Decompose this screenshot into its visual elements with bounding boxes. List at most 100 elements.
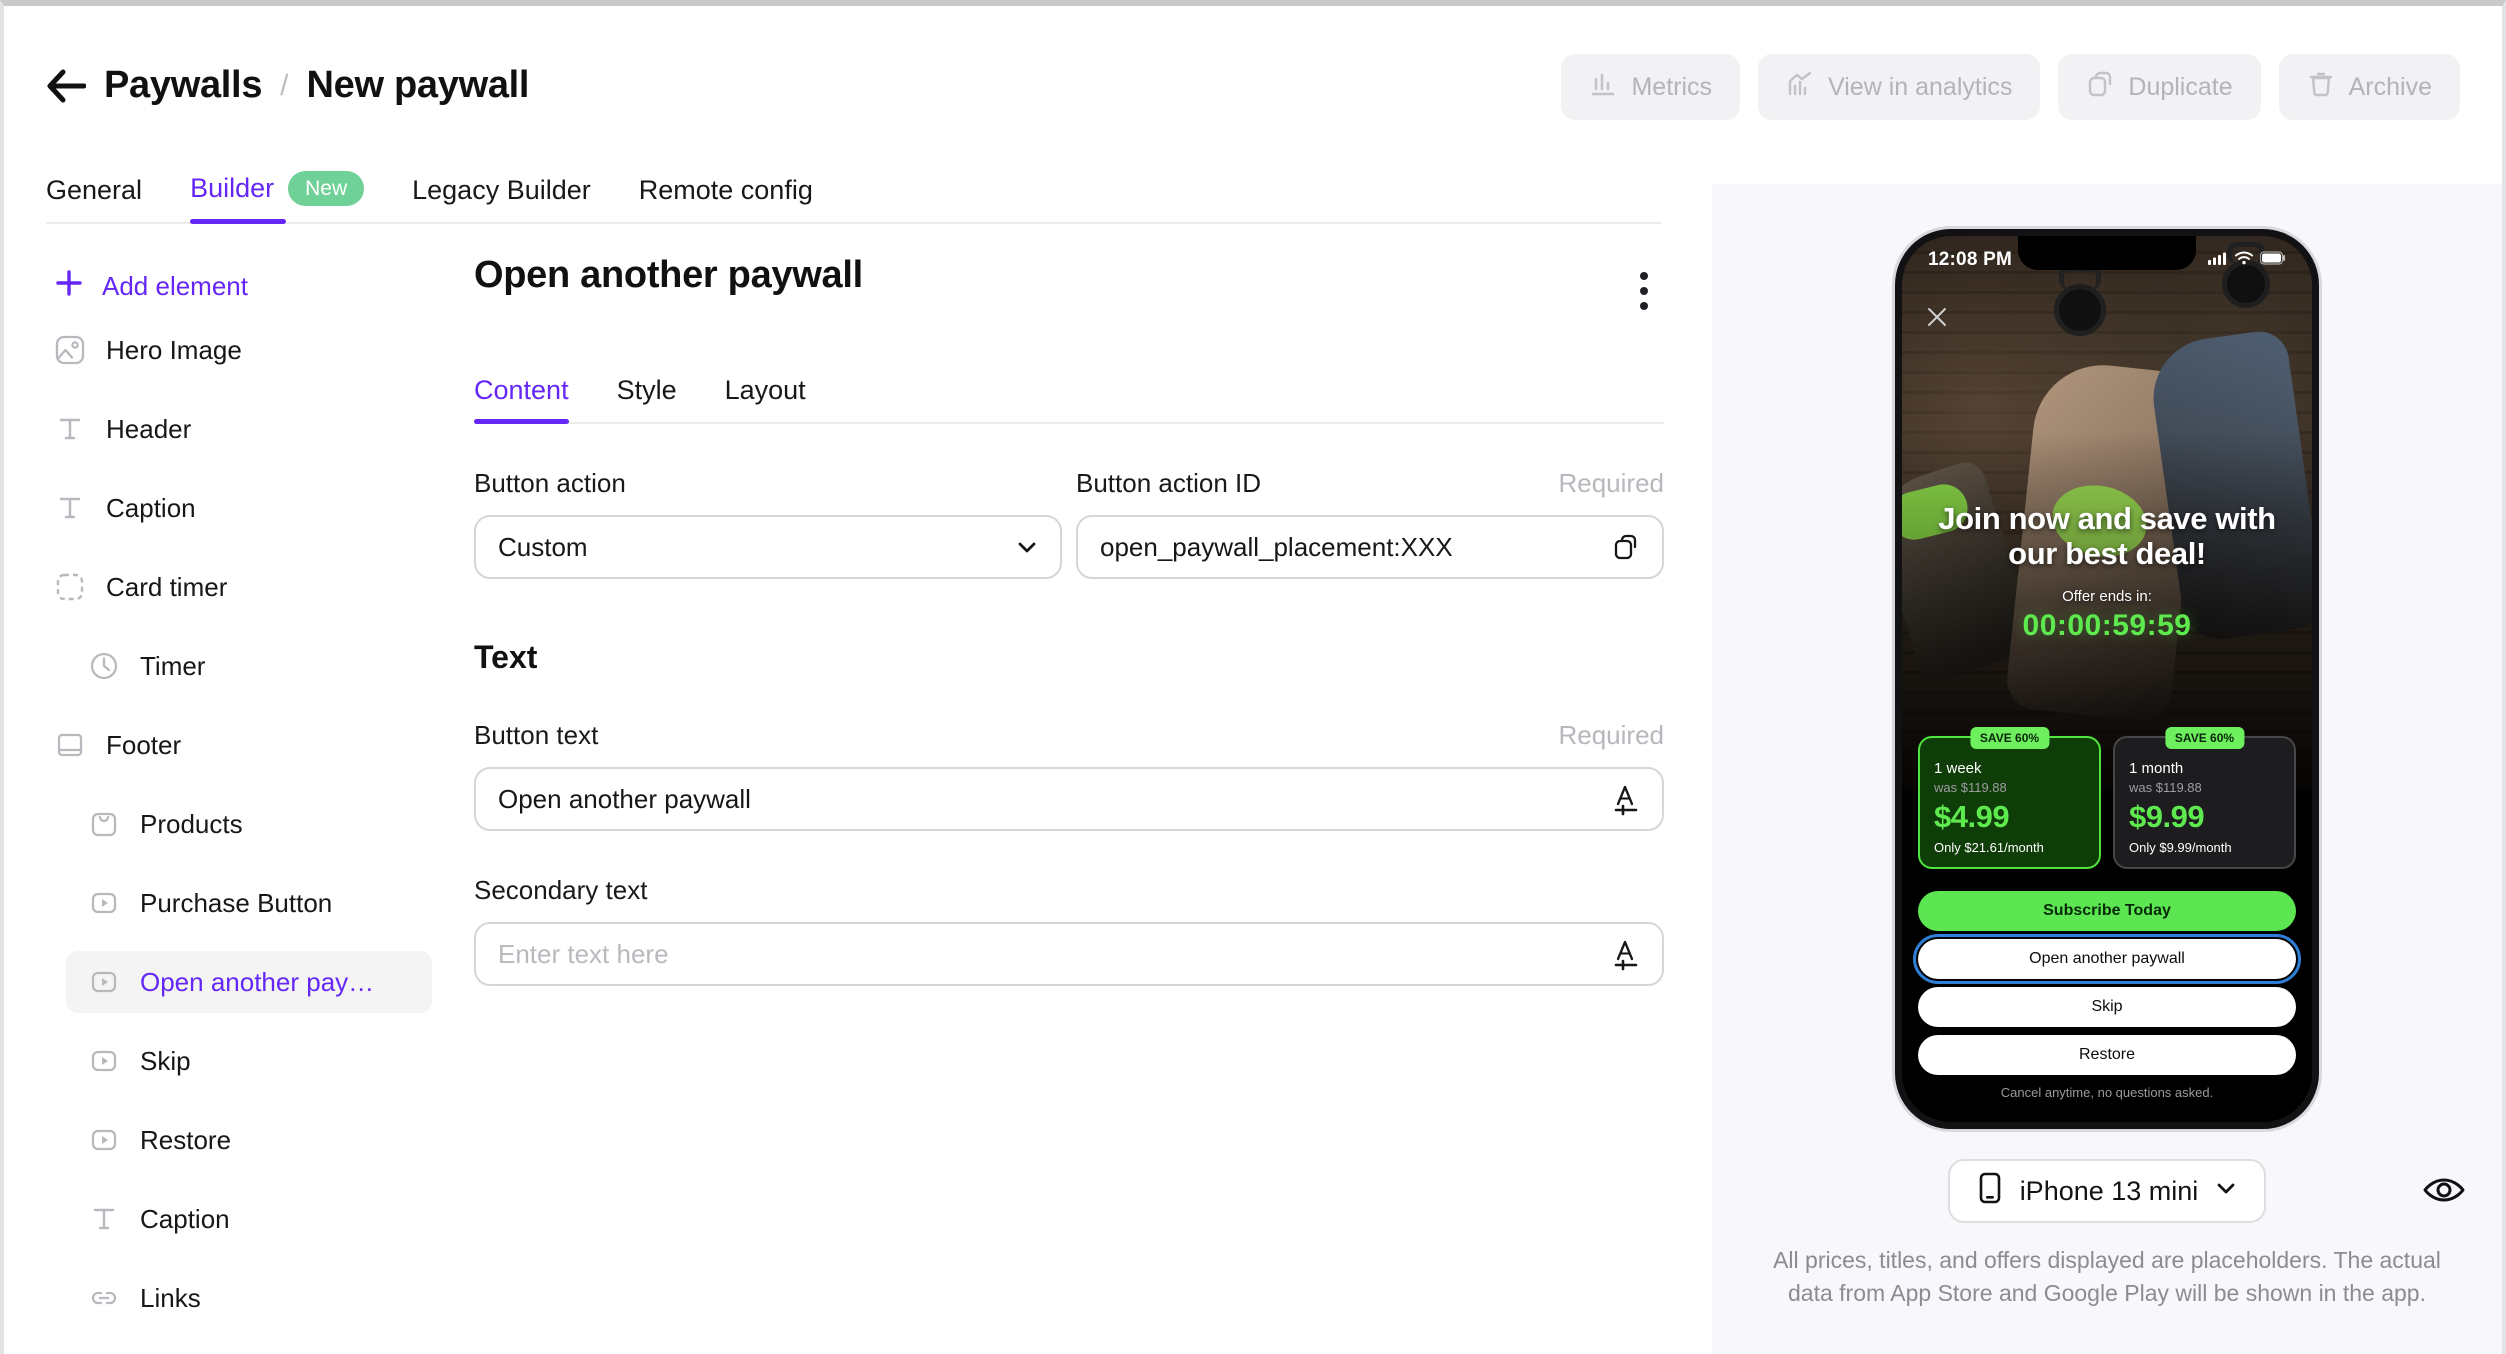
image-icon: [54, 334, 86, 366]
trend-chart-icon: [1786, 70, 1814, 105]
play-box-icon: [88, 1124, 120, 1156]
product-card[interactable]: SAVE 60% 1 week was $119.88 $4.99 Only $…: [1918, 727, 2101, 869]
text-format-icon[interactable]: [1610, 782, 1642, 816]
product-term: 1 month: [2129, 760, 2184, 777]
preview-panel: 12:08 PM Join now and save with our best…: [1712, 184, 2502, 1354]
paywall-builder-page: Paywalls / New paywall Metrics View in a…: [0, 0, 2506, 1354]
product-was-price: was $119.88: [1934, 780, 2007, 795]
metrics-button[interactable]: Metrics: [1561, 54, 1741, 120]
duplicate-button[interactable]: Duplicate: [2058, 54, 2261, 120]
eye-icon[interactable]: [2422, 1174, 2466, 1211]
dashed-box-icon: [54, 571, 86, 603]
sidebar-item-label: Open another pay…: [140, 966, 375, 997]
product-was-price: was $119.88: [2129, 780, 2202, 795]
button-text-input[interactable]: Open another paywall: [474, 767, 1664, 831]
device-select[interactable]: iPhone 13 mini: [1947, 1159, 2267, 1223]
sidebar-item-restore[interactable]: Restore: [66, 1109, 432, 1171]
button-action-field: Button action Custom: [474, 468, 1062, 579]
new-badge: New: [288, 171, 365, 206]
breadcrumb-current: New paywall: [306, 64, 530, 106]
tab-layout[interactable]: Layout: [725, 375, 806, 422]
sidebar-item-label: Caption: [106, 492, 196, 523]
sidebar-item-label: Header: [106, 413, 192, 444]
skip-button[interactable]: Skip: [1918, 987, 2296, 1027]
sidebar-item-purchase-button[interactable]: Purchase Button: [66, 872, 432, 934]
bar-chart-icon: [1589, 70, 1617, 105]
sidebar-item-header[interactable]: Header: [32, 398, 432, 460]
play-box-icon: [88, 887, 120, 919]
sidebar-item-caption-footer[interactable]: Caption: [66, 1188, 432, 1250]
sidebar-item-caption[interactable]: Caption: [32, 477, 432, 539]
breadcrumb-root[interactable]: Paywalls: [104, 64, 262, 107]
sidebar-item-label: Restore: [140, 1124, 232, 1155]
cellular-signal-icon: [2208, 251, 2228, 270]
secondary-text-input[interactable]: Enter text here: [474, 922, 1664, 986]
chevron-down-icon[interactable]: [1014, 534, 1040, 560]
kebab-menu-icon[interactable]: [1624, 260, 1664, 322]
tab-content[interactable]: Content: [474, 375, 569, 424]
sidebar-item-hero-image[interactable]: Hero Image: [32, 319, 432, 381]
button-action-id-label: Button action ID: [1076, 468, 1261, 498]
plus-icon: [54, 268, 84, 305]
status-bar: 12:08 PM: [1902, 236, 2312, 276]
save-badge: SAVE 60%: [1969, 727, 2050, 749]
wifi-icon: [2235, 251, 2253, 270]
archive-button[interactable]: Archive: [2278, 54, 2460, 120]
add-element-button[interactable]: Add element: [32, 254, 432, 319]
tab-legacy-builder[interactable]: Legacy Builder: [412, 175, 591, 222]
restore-button[interactable]: Restore: [1918, 1035, 2296, 1075]
link-icon: [88, 1282, 120, 1314]
text-section-title: Text: [474, 639, 538, 675]
view-in-analytics-button[interactable]: View in analytics: [1758, 54, 2041, 120]
text-icon: [54, 413, 86, 445]
chevron-down-icon: [2214, 1176, 2238, 1207]
product-card[interactable]: SAVE 60% 1 month was $119.88 $9.99 Only …: [2113, 727, 2296, 869]
product-term: 1 week: [1934, 760, 1982, 777]
subscribe-today-label: Subscribe Today: [2043, 902, 2171, 919]
sidebar-item-footer[interactable]: Footer: [32, 714, 432, 776]
product-price: $9.99: [2129, 799, 2205, 834]
tab-style[interactable]: Style: [617, 375, 677, 422]
tab-style-label: Style: [616, 375, 677, 405]
tab-builder[interactable]: Builder New: [190, 171, 365, 224]
button-action-select[interactable]: Custom: [474, 515, 1062, 579]
button-action-id-input[interactable]: open_paywall_placement:XXX: [1076, 515, 1664, 579]
sidebar-item-card-timer[interactable]: Card timer: [32, 556, 432, 618]
arrow-left-icon[interactable]: [46, 69, 87, 103]
sidebar-item-label: Timer: [140, 650, 206, 681]
sidebar-item-label: Footer: [106, 729, 182, 760]
tab-general[interactable]: General: [46, 175, 142, 222]
status-time: 12:08 PM: [1928, 249, 2012, 270]
close-icon[interactable]: [1926, 306, 1948, 333]
battery-icon: [2259, 250, 2286, 270]
offer-ends-label: Offer ends in:: [2062, 587, 2152, 605]
copy-icon[interactable]: [1612, 532, 1642, 562]
open-another-paywall-button[interactable]: Open another paywall: [1913, 934, 2301, 984]
button-text-row: Button text Required Open another paywal…: [474, 720, 1664, 831]
button-text-value: Open another paywall: [498, 783, 751, 814]
countdown-timer: 00:00:59:59: [2022, 608, 2192, 642]
phone-icon: [1976, 1172, 2004, 1211]
panel-header: Open another paywall: [474, 254, 1664, 322]
sidebar-item-timer[interactable]: Timer: [66, 635, 432, 697]
button-action-id-field: Button action ID Required open_paywall_p…: [1076, 468, 1664, 579]
main-tabs: General Builder New Legacy Builder Remot…: [46, 158, 1661, 224]
save-badge: SAVE 60%: [2164, 727, 2245, 749]
archive-icon: [2307, 70, 2335, 105]
sidebar-item-links[interactable]: Links: [66, 1267, 432, 1329]
tab-remote-config-label: Remote config: [638, 175, 813, 205]
sidebar-item-label: Skip: [140, 1045, 191, 1076]
sidebar-item-open-another-paywall[interactable]: Open another pay…: [66, 951, 432, 1013]
add-element-label: Add element: [102, 271, 248, 301]
breadcrumb-separator: /: [280, 68, 289, 102]
sidebar-item-products[interactable]: Products: [66, 793, 432, 855]
sidebar-item-skip[interactable]: Skip: [66, 1030, 432, 1092]
tab-remote-config[interactable]: Remote config: [639, 175, 813, 222]
tab-legacy-builder-label: Legacy Builder: [412, 175, 591, 205]
subscribe-today-button[interactable]: Subscribe Today: [1918, 891, 2296, 931]
text-format-icon[interactable]: [1610, 937, 1642, 971]
tab-content-label: Content: [474, 375, 569, 405]
copy-icon: [2086, 70, 2114, 105]
phone-mockup: 12:08 PM Join now and save with our best…: [1895, 229, 2319, 1129]
secondary-text-label: Secondary text: [474, 875, 648, 905]
